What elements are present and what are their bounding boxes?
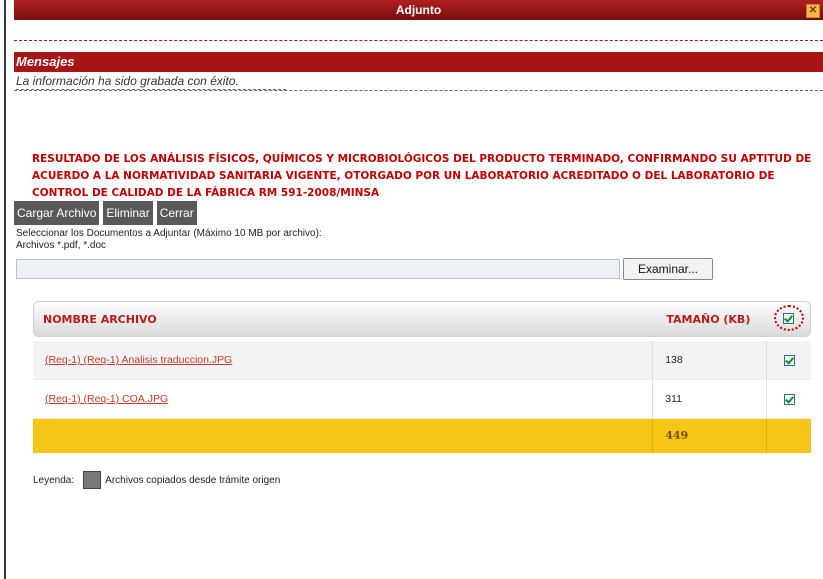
upload-instructions: Seleccionar los Documentos a Adjuntar (M…: [16, 228, 322, 252]
table-header: NOMBRE ARCHIVO TAMAÑO (KB): [33, 301, 811, 337]
upload-instructions-line1: Seleccionar los Documentos a Adjuntar (M…: [16, 228, 322, 239]
upload-instructions-line2: Archivos *.pdf, *.doc: [16, 240, 107, 251]
attachment-dialog: Adjunto ✕ Mensajes La información ha sid…: [14, 0, 823, 579]
select-all-cell: [768, 302, 810, 336]
messages-header: Mensajes: [14, 52, 823, 72]
upload-file-button[interactable]: Cargar Archivo: [14, 201, 100, 225]
close-button[interactable]: Cerrar: [156, 201, 197, 225]
legend-text: Archivos copiados desde trámite origen: [105, 474, 281, 486]
file-size: 138: [652, 341, 766, 379]
file-link[interactable]: (Req-1) (Req-1) Analisis traduccion.JPG: [33, 354, 652, 366]
row-select-cell: [766, 380, 811, 418]
total-checkbox-spacer: [766, 419, 811, 453]
row-checkbox[interactable]: [783, 354, 795, 366]
total-row: 449: [33, 419, 811, 453]
legend: Leyenda: Archivos copiados desde trámite…: [33, 471, 280, 489]
toolbar: Cargar Archivo Eliminar Cerrar: [14, 201, 197, 225]
file-path-input[interactable]: [16, 259, 620, 279]
row-checkbox[interactable]: [783, 393, 795, 405]
dialog-titlebar: Adjunto ✕: [14, 0, 823, 20]
total-size: 449: [652, 419, 766, 453]
browse-button[interactable]: Examinar...: [623, 258, 713, 280]
delete-button[interactable]: Eliminar: [103, 201, 153, 225]
legend-swatch: [83, 471, 102, 489]
row-select-cell: [766, 341, 811, 379]
left-frame-line: [4, 0, 6, 579]
dialog-title: Adjunto: [395, 3, 442, 17]
select-all-checkbox[interactable]: [783, 313, 795, 324]
file-size: 311: [652, 380, 766, 418]
message-bottom-divider: [14, 90, 823, 91]
success-message: La información ha sido grabada con éxito…: [16, 74, 286, 90]
file-link[interactable]: (Req-1) (Req-1) COA.JPG: [33, 393, 652, 405]
column-header-size: TAMAÑO (KB): [666, 312, 751, 326]
table-row: (Req-1) (Req-1) Analisis traduccion.JPG …: [33, 341, 811, 380]
table-row: (Req-1) (Req-1) COA.JPG 311: [33, 380, 811, 419]
message-top-divider: [14, 40, 823, 41]
column-header-name: NOMBRE ARCHIVO: [43, 312, 157, 326]
requirement-description: RESULTADO DE LOS ANÁLISIS FÍSICOS, QUÍMI…: [32, 153, 812, 199]
attachments-table: NOMBRE ARCHIVO TAMAÑO (KB) (Req-1) (Req-…: [33, 301, 811, 453]
legend-label: Leyenda:: [33, 474, 75, 486]
close-icon[interactable]: ✕: [806, 4, 820, 18]
